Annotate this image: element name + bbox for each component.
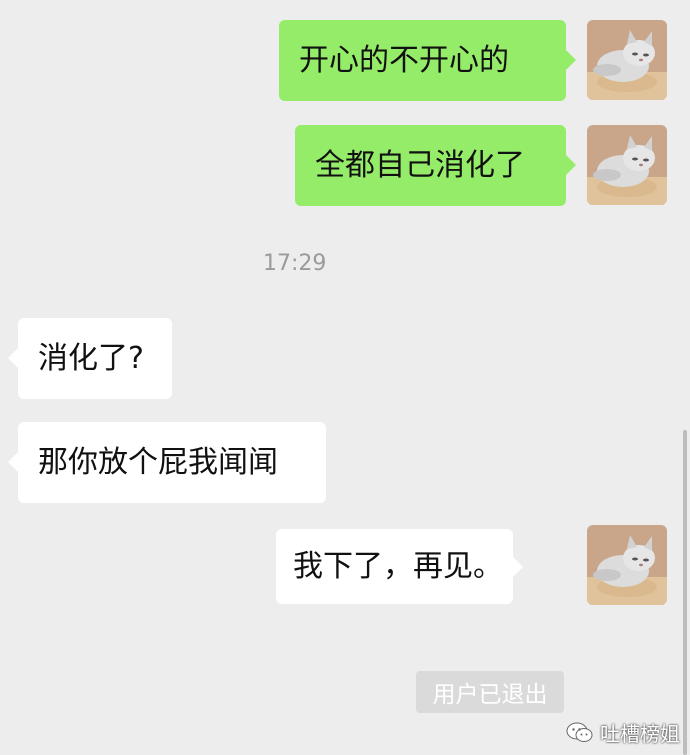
message-bubble-received[interactable]: 消化了? [8, 318, 172, 399]
message-text: 全都自己消化了 [315, 147, 525, 183]
message-bubble-sent[interactable]: 我下了，再见。 [276, 529, 523, 604]
bubble-tail [566, 155, 576, 175]
cat-avatar-icon [587, 525, 667, 605]
message-text: 我下了，再见。 [293, 548, 503, 584]
user-avatar[interactable] [587, 525, 667, 605]
bubble-tail [513, 557, 523, 577]
message-text: 那你放个屁我闻闻 [38, 444, 278, 480]
message-timestamp: 17:29 [263, 251, 327, 276]
cat-avatar-icon [587, 125, 667, 205]
user-avatar[interactable] [587, 125, 667, 205]
message-bubble-sent[interactable]: 全都自己消化了 [295, 125, 576, 206]
bubble-tail [8, 452, 18, 472]
message-text: 开心的不开心的 [299, 42, 509, 78]
watermark: 吐槽榜姐 [566, 718, 680, 747]
user-avatar[interactable] [587, 20, 667, 100]
bubble-tail [8, 348, 18, 368]
message-bubble-sent[interactable]: 开心的不开心的 [279, 20, 576, 101]
system-notice: 用户已退出 [416, 671, 564, 713]
message-bubble-received[interactable]: 那你放个屁我闻闻 [8, 422, 326, 503]
wechat-logo-icon [566, 722, 593, 742]
bubble-tail [566, 50, 576, 70]
message-text: 消化了? [38, 340, 144, 376]
scrollbar[interactable] [683, 430, 687, 755]
cat-avatar-icon [587, 20, 667, 100]
watermark-text: 吐槽榜姐 [600, 722, 680, 746]
